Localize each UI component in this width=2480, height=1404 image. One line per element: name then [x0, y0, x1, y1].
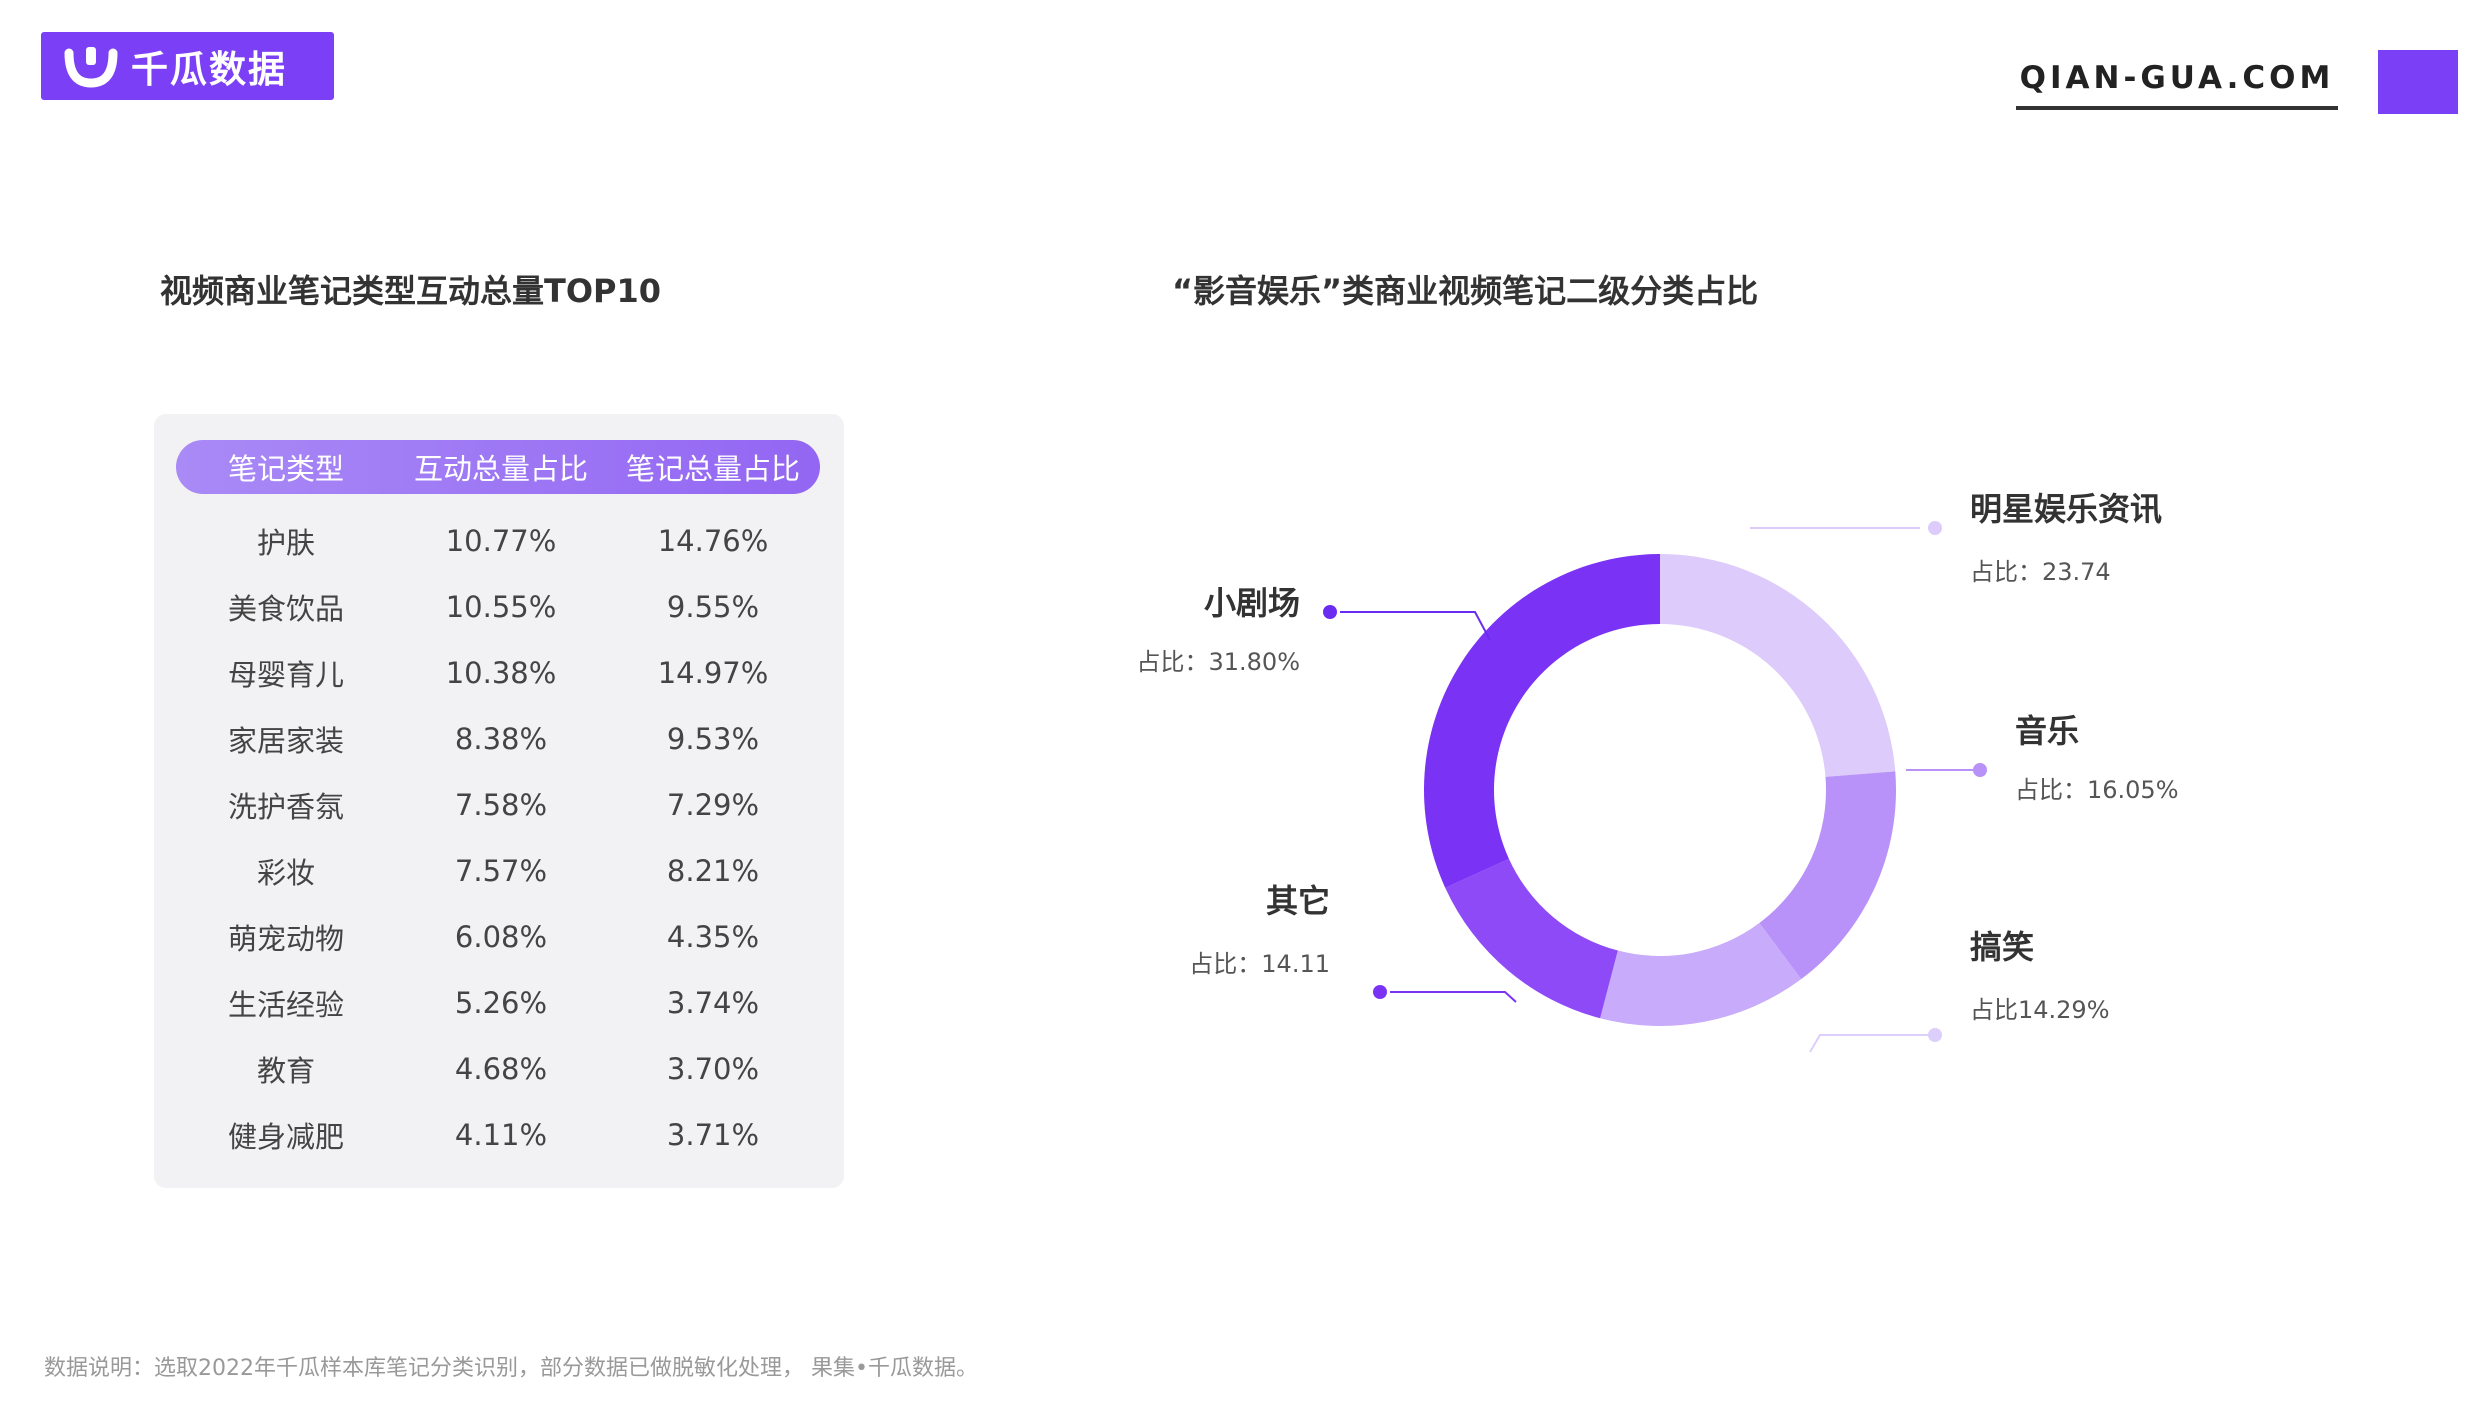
cell-interaction: 8.38%: [454, 722, 548, 756]
cell-notes: 14.76%: [657, 524, 769, 558]
leader-dot-2: [1928, 1028, 1942, 1042]
cell-notes: 8.21%: [666, 854, 760, 888]
cell-interaction: 5.26%: [454, 986, 548, 1020]
header-note-type: 笔记类型: [227, 452, 344, 486]
table-row: 健身减肥 4.11% 3.71%: [176, 1102, 820, 1168]
corner-accent: [2378, 50, 2458, 114]
table-row: 萌宠动物 6.08% 4.35%: [176, 904, 820, 970]
cell-notes: 9.53%: [666, 722, 760, 756]
top10-table: 笔记类型 互动总量占比 笔记总量占比 护肤 10.77% 14.76% 美食饮品 10…: [154, 414, 844, 1188]
cell-interaction: 6.08%: [454, 920, 548, 954]
slice-name-4: 小剧场: [1204, 584, 1300, 622]
leader-dot-3: [1373, 985, 1387, 999]
cell-interaction: 10.38%: [445, 656, 557, 690]
slice-name-3: 其它: [1266, 882, 1330, 920]
cell-notes: 3.71%: [666, 1118, 760, 1152]
slice-label-3: 占比：14.11: [1189, 950, 1330, 978]
table-title: 视频商业笔记类型互动总量TOP10: [160, 272, 662, 310]
leader-dot-4: [1323, 605, 1337, 619]
cell-type: 健身减肥: [227, 1120, 344, 1154]
cell-type: 洗护香氛: [227, 790, 344, 824]
brand-logo: 千瓜数据: [41, 32, 334, 100]
slice-label-1: 占比：16.05%: [2015, 776, 2179, 804]
cell-type: 教育: [256, 1054, 315, 1088]
table-row: 彩妆 7.57% 8.21%: [176, 838, 820, 904]
cell-interaction: 10.55%: [445, 590, 557, 624]
table-body: 护肤 10.77% 14.76% 美食饮品 10.55% 9.55% 母婴育儿 10.38…: [176, 508, 820, 1168]
logo-mark-icon: [64, 47, 118, 88]
chart-title: “影音娱乐”类商业视频笔记二级分类占比: [1172, 272, 1759, 310]
header-note-share: 笔记总量占比: [625, 452, 800, 486]
site-url-underline: [2016, 106, 2338, 110]
table-row: 护肤 10.77% 14.76%: [176, 508, 820, 574]
donut-slice-4: [1424, 554, 1660, 888]
donut-slice-1: [1759, 771, 1896, 980]
slice-label-4: 占比：31.80%: [1136, 648, 1300, 676]
table-row: 家居家装 8.38% 9.53%: [176, 706, 820, 772]
donut-slice-0: [1660, 554, 1896, 777]
table-row: 生活经验 5.26% 3.74%: [176, 970, 820, 1036]
slice-name-1: 音乐: [2015, 712, 2079, 750]
leader-line-2: [1809, 1034, 1935, 1053]
site-url: QIAN-GUA.COM: [2019, 60, 2335, 96]
leader-dot-1: [1973, 763, 1987, 777]
cell-type: 护肤: [256, 526, 315, 560]
leader-line-4: [1340, 611, 1491, 641]
cell-interaction: 7.58%: [454, 788, 548, 822]
slice-name-2: 搞笑: [1970, 928, 2034, 966]
cell-notes: 3.70%: [666, 1052, 760, 1086]
brand-name: 千瓜数据: [131, 48, 287, 91]
donut-slice-3: [1445, 858, 1618, 1019]
cell-type: 母婴育儿: [227, 658, 344, 692]
cell-interaction: 4.68%: [454, 1052, 548, 1086]
slice-name-0: 明星娱乐资讯: [1970, 490, 2162, 528]
table-row: 教育 4.68% 3.70%: [176, 1036, 820, 1102]
cell-notes: 4.35%: [666, 920, 760, 954]
cell-interaction: 10.77%: [445, 524, 557, 558]
table-row: 美食饮品 10.55% 9.55%: [176, 574, 820, 640]
cell-type: 家居家装: [227, 724, 344, 758]
cell-interaction: 4.11%: [454, 1118, 548, 1152]
cell-type: 美食饮品: [227, 592, 344, 626]
slice-label-2: 占比14.29%: [1970, 996, 2110, 1024]
table-row: 母婴育儿 10.38% 14.97%: [176, 640, 820, 706]
donut-chart: 明星娱乐资讯占比：23.74音乐占比：16.05%搞笑占比14.29%其它占比：…: [1136, 490, 2179, 1053]
cell-interaction: 7.57%: [454, 854, 548, 888]
cell-notes: 3.74%: [666, 986, 760, 1020]
cell-type: 生活经验: [227, 988, 344, 1022]
cell-notes: 7.29%: [666, 788, 760, 822]
header-interaction-share: 互动总量占比: [413, 452, 588, 486]
leader-line-3: [1390, 991, 1517, 1003]
slice-label-0: 占比：23.74: [1970, 558, 2111, 586]
footnote: 数据说明：选取2022年千瓜样本库笔记分类识别，部分数据已做脱敏化处理， 果集•…: [44, 1356, 978, 1381]
cell-notes: 9.55%: [666, 590, 760, 624]
cell-notes: 14.97%: [657, 656, 769, 690]
cell-type: 萌宠动物: [227, 922, 344, 956]
table-row: 洗护香氛 7.58% 7.29%: [176, 772, 820, 838]
leader-dot-0: [1928, 521, 1942, 535]
cell-type: 彩妆: [256, 856, 315, 890]
table-header: 笔记类型 互动总量占比 笔记总量占比: [176, 440, 820, 494]
